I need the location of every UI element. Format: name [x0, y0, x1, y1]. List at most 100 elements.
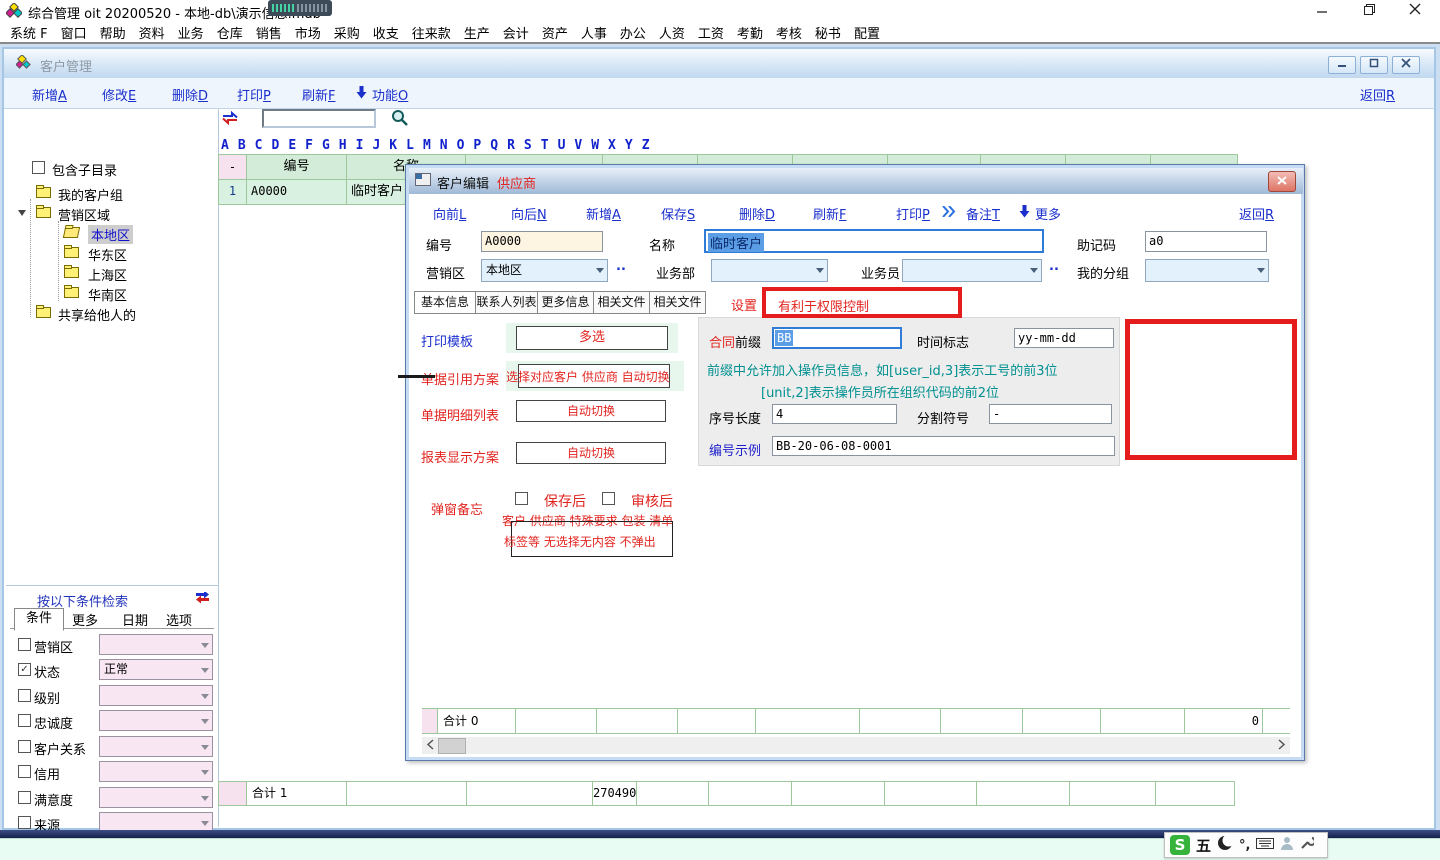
region-more-link[interactable]: ..	[616, 259, 626, 274]
close-button[interactable]	[1398, 3, 1432, 19]
tree-item-sales-regions[interactable]: 营销区域	[58, 205, 110, 224]
popup-after-save-checkbox[interactable]	[515, 492, 528, 505]
person-icon[interactable]	[1280, 836, 1294, 854]
menu-item[interactable]: 仓库	[217, 23, 243, 42]
expand-icon[interactable]	[18, 210, 26, 216]
grid-header-code[interactable]: 编号	[247, 155, 347, 179]
filter-combo-region[interactable]	[99, 634, 213, 655]
code-input[interactable]: A0000	[481, 231, 603, 252]
menu-item[interactable]: 配置	[854, 23, 880, 42]
filter-checkbox-credit[interactable]	[18, 765, 31, 778]
name-input[interactable]: 临时客户	[704, 229, 1044, 253]
letter-link[interactable]: M	[423, 138, 431, 153]
dialog-hscrollbar[interactable]	[422, 737, 1290, 754]
tree-item-local-region-selected[interactable]: 本地区	[88, 225, 133, 244]
tab-files-1[interactable]: 相关文件	[593, 291, 650, 314]
sogou-icon[interactable]: S	[1170, 835, 1190, 855]
menu-item[interactable]: 窗口	[61, 23, 87, 42]
functions-button[interactable]: 功能O	[372, 85, 408, 104]
region-combo[interactable]: 本地区	[481, 259, 608, 282]
filter-checkbox-satisfaction[interactable]	[18, 791, 31, 804]
letter-link[interactable]: W	[591, 138, 599, 153]
tab-permission-control[interactable]: 有利于权限控制	[778, 296, 869, 315]
letter-link[interactable]: P	[473, 138, 481, 153]
menu-item[interactable]: 帮助	[100, 23, 126, 42]
seq-length-input[interactable]: 4	[772, 404, 897, 424]
filter-checkbox-level[interactable]	[18, 689, 31, 702]
filter-tab-more[interactable]: 更多	[72, 610, 98, 629]
menu-item[interactable]: 人资	[659, 23, 685, 42]
menu-item[interactable]: 考勤	[737, 23, 763, 42]
letter-link[interactable]: Y	[625, 138, 633, 153]
letter-link[interactable]: B	[238, 138, 246, 153]
double-chevron-icon[interactable]	[942, 206, 956, 221]
dialog-back-button[interactable]: 返回R	[1239, 204, 1274, 223]
print-template-value[interactable]: 多选	[516, 326, 668, 350]
tree-item-my-customers[interactable]: 我的客户组	[58, 185, 123, 204]
menu-item[interactable]: 工资	[698, 23, 724, 42]
scroll-right-arrow[interactable]	[1278, 739, 1286, 754]
letter-link[interactable]: T	[541, 138, 549, 153]
letter-link[interactable]: V	[574, 138, 582, 153]
time-flag-input[interactable]: yy-mm-dd	[1014, 328, 1114, 348]
letter-link[interactable]: N	[440, 138, 448, 153]
punctuation-icon[interactable]: °,	[1239, 838, 1250, 853]
keyboard-icon[interactable]	[1256, 837, 1274, 853]
group-combo[interactable]	[1145, 259, 1269, 282]
letter-link[interactable]: I	[356, 138, 364, 153]
scroll-thumb[interactable]	[438, 738, 466, 754]
dialog-add-button[interactable]: 新增A	[586, 204, 621, 223]
letter-link[interactable]: C	[255, 138, 263, 153]
dialog-refresh-button[interactable]: 刷新F	[813, 204, 847, 223]
letter-link[interactable]: Q	[490, 138, 498, 153]
tab-contacts[interactable]: 联系人列表	[475, 291, 538, 314]
letter-link[interactable]: D	[271, 138, 279, 153]
letter-link[interactable]: A	[221, 138, 229, 153]
filter-combo-level[interactable]	[99, 685, 213, 706]
delete-button[interactable]: 删除D	[172, 85, 208, 104]
tab-more-info[interactable]: 更多信息	[537, 291, 594, 314]
letter-link[interactable]: R	[507, 138, 515, 153]
letter-link[interactable]: L	[406, 138, 414, 153]
dialog-prev-button[interactable]: 向前L	[433, 204, 466, 223]
filter-combo-status[interactable]: 正常	[99, 659, 213, 680]
menu-item[interactable]: 销售	[256, 23, 282, 42]
dialog-close-button[interactable]	[1268, 171, 1296, 192]
filter-checkbox-status[interactable]: ✓	[18, 663, 31, 676]
menu-item[interactable]: 市场	[295, 23, 321, 42]
dept-combo[interactable]	[711, 259, 828, 282]
letter-link[interactable]: H	[339, 138, 347, 153]
filter-combo-loyalty[interactable]	[99, 710, 213, 731]
tree-item-east-region[interactable]: 华东区	[88, 245, 127, 264]
swap-icon[interactable]	[194, 592, 211, 609]
refresh-button[interactable]: 刷新F	[302, 85, 336, 104]
report-display-value[interactable]: 自动切换	[516, 442, 666, 464]
filter-combo-credit[interactable]	[99, 761, 213, 782]
menu-item[interactable]: 往来款	[412, 23, 451, 42]
code-example-input[interactable]: BB-20-06-08-0001	[772, 436, 1115, 456]
letter-link[interactable]: X	[608, 138, 616, 153]
letter-link[interactable]: K	[389, 138, 397, 153]
contract-prefix-input[interactable]: BB	[772, 327, 902, 349]
add-button[interactable]: 新增A	[32, 85, 67, 104]
menu-item[interactable]: 考核	[776, 23, 802, 42]
menu-item[interactable]: 资产	[542, 23, 568, 42]
tree-item-shared[interactable]: 共享给他人的	[58, 305, 136, 324]
menu-item[interactable]: 人事	[581, 23, 607, 42]
tab-settings[interactable]: 设置	[731, 295, 757, 314]
tree-item-shanghai-region[interactable]: 上海区	[88, 265, 127, 284]
menu-item[interactable]: 会计	[503, 23, 529, 42]
edit-button[interactable]: 修改E	[102, 85, 136, 104]
wubi-mode-icon[interactable]: 五	[1196, 835, 1211, 856]
dialog-delete-button[interactable]: 删除D	[739, 204, 775, 223]
letter-link[interactable]: U	[558, 138, 566, 153]
dialog-note-button[interactable]: 备注T	[966, 204, 1000, 223]
filter-checkbox-region[interactable]	[18, 638, 31, 651]
child-minimize-button[interactable]	[1328, 56, 1356, 74]
swap-icon[interactable]	[221, 111, 239, 129]
salesman-combo[interactable]	[902, 259, 1042, 282]
filter-tab-date[interactable]: 日期	[122, 610, 148, 629]
include-subdirs-checkbox[interactable]	[32, 161, 45, 174]
filter-combo-satisfaction[interactable]	[99, 787, 213, 808]
wrench-icon[interactable]	[1300, 836, 1314, 854]
